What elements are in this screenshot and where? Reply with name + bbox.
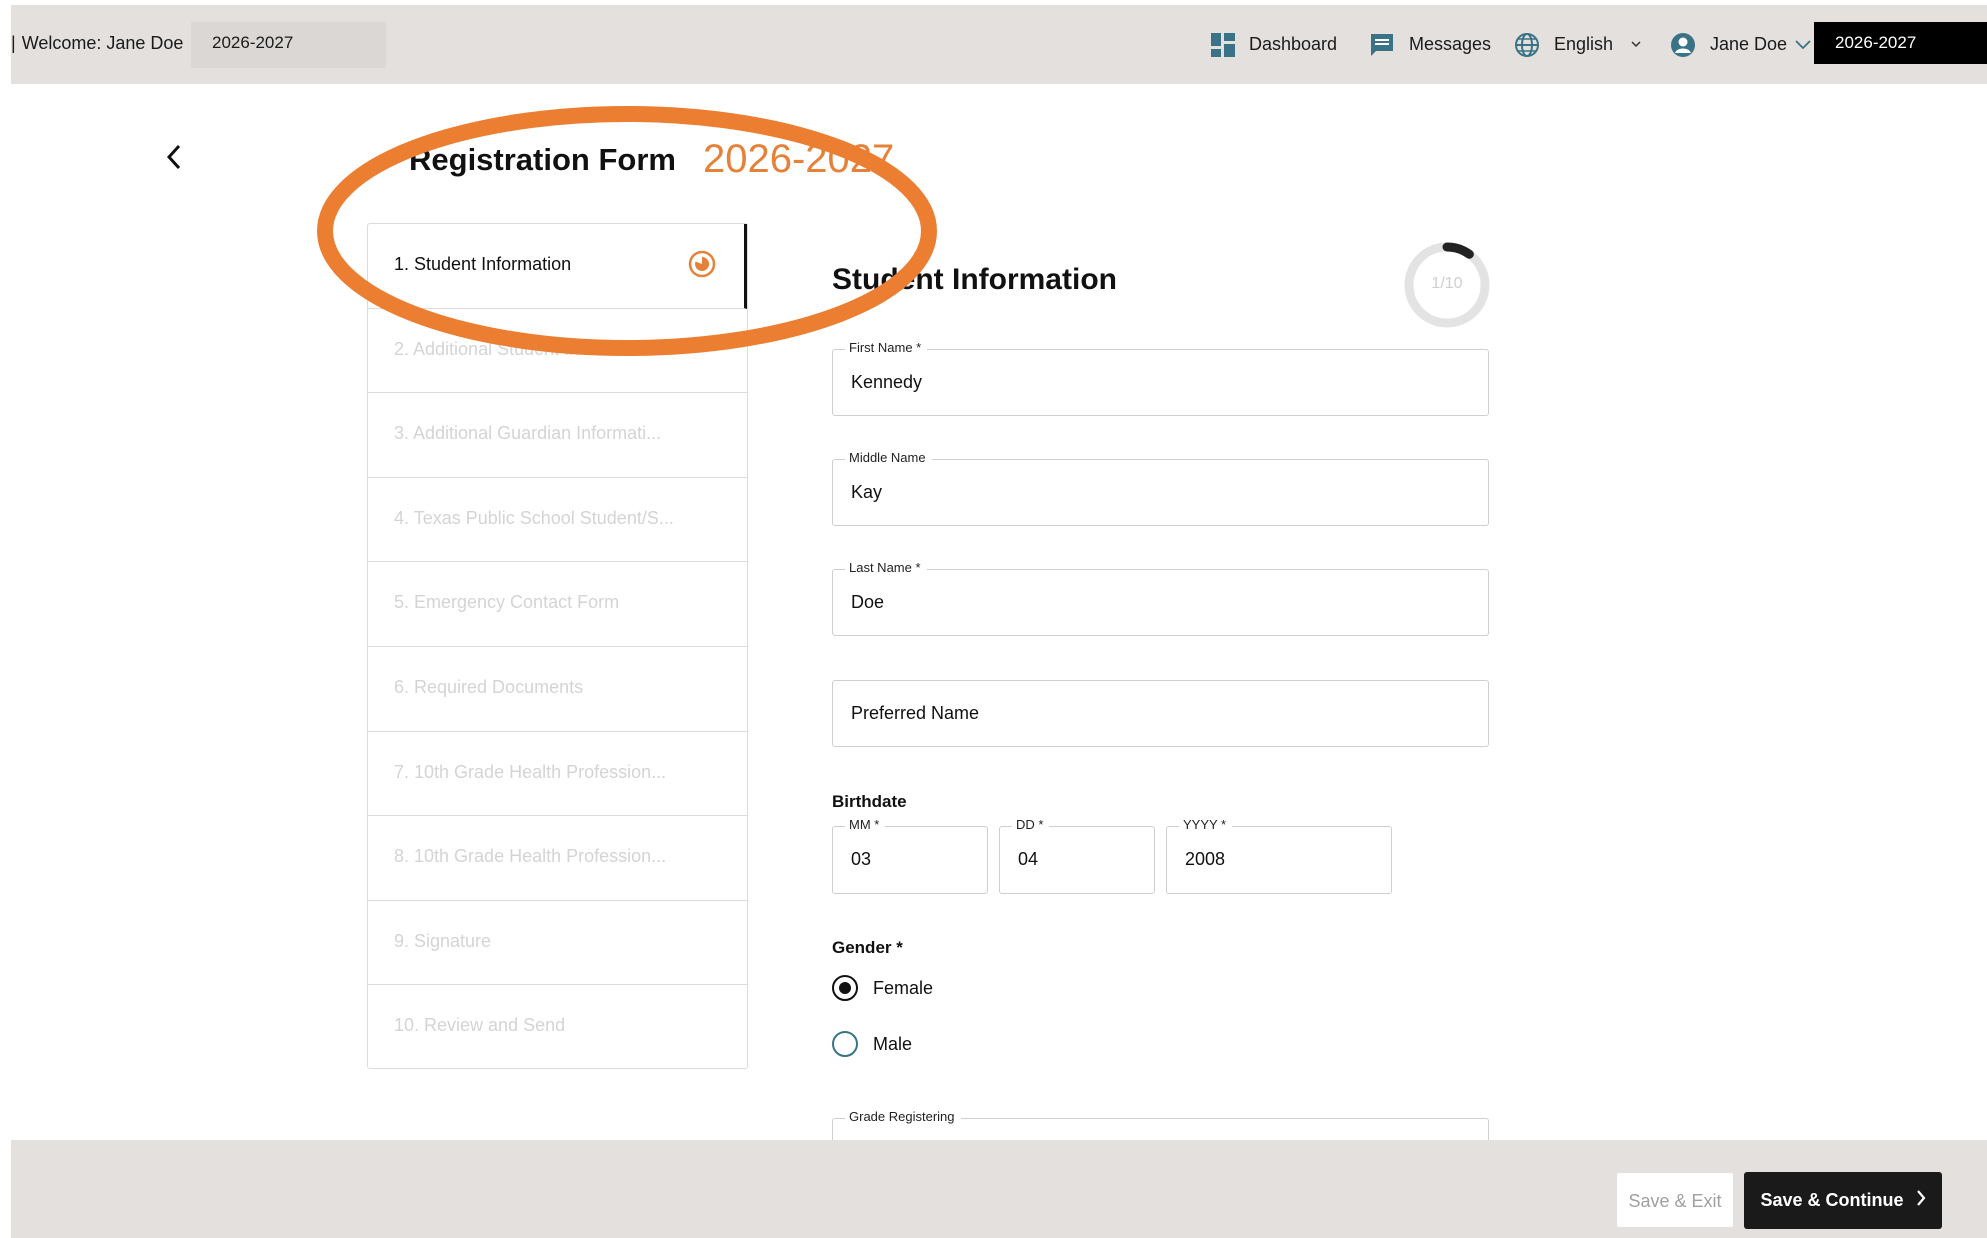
user-name: Jane Doe: [1710, 34, 1788, 54]
nav-dashboard[interactable]: Dashboard: [1211, 5, 1337, 84]
birth-month-field[interactable]: MM * 03: [832, 817, 988, 894]
step-item-required-documents: 6. Required Documents: [368, 647, 747, 732]
page-title: Registration Form: [409, 142, 676, 177]
preferred-name-placeholder: Preferred Name: [851, 703, 980, 723]
step-item-texas-public-school: 4. Texas Public School Student/S...: [368, 478, 747, 563]
language-selector[interactable]: English: [1514, 5, 1641, 84]
step-label: 4. Texas Public School Student/S...: [394, 507, 674, 528]
birth-year-label: YYYY *: [1179, 817, 1233, 833]
welcome-label: Welcome: Jane Doe: [21, 33, 184, 53]
first-name-field[interactable]: First Name * Kennedy: [832, 340, 1489, 416]
step-label: 9. Signature: [394, 930, 492, 951]
birth-day-label: DD *: [1012, 817, 1050, 833]
birth-day-value: 04: [1018, 849, 1039, 869]
step-label: 8. 10th Grade Health Profession...: [394, 846, 667, 867]
step-item-emergency-contact: 5. Emergency Contact Form: [368, 562, 747, 647]
step-label: 1. Student Information: [394, 254, 572, 274]
save-exit-button[interactable]: Save & Exit: [1616, 1172, 1734, 1228]
birth-month-value: 03: [851, 849, 872, 869]
welcome-text: | Welcome: Jane Doe: [11, 33, 184, 53]
gender-option-label: Female: [873, 977, 934, 998]
preferred-name-field[interactable]: Preferred Name: [832, 680, 1489, 747]
chevron-down-icon: [1795, 39, 1811, 50]
chevron-down-icon: [1631, 41, 1641, 48]
step-list: 1. Student Information 2. Additional Stu…: [367, 223, 748, 1069]
first-name-label: First Name *: [845, 340, 928, 356]
step-label: 6. Required Documents: [394, 676, 584, 697]
message-icon: [1369, 33, 1395, 57]
nav-dashboard-label: Dashboard: [1249, 34, 1338, 54]
last-name-field[interactable]: Last Name * Doe: [832, 560, 1489, 636]
top-bar: | Welcome: Jane Doe 2026-2027 Dashboard M…: [11, 5, 1987, 84]
in-progress-icon: [688, 250, 716, 283]
step-label: 2. Additional Student Information: [394, 338, 655, 359]
first-name-value: Kennedy: [851, 372, 923, 392]
language-label: English: [1554, 34, 1614, 54]
birth-day-field[interactable]: DD * 04: [999, 817, 1155, 894]
user-menu[interactable]: Jane Doe: [1670, 5, 1811, 84]
radio-selected-icon: [832, 975, 858, 1001]
step-label: 7. 10th Grade Health Profession...: [394, 761, 667, 782]
school-year-chip[interactable]: 2026-2027: [191, 22, 386, 68]
grade-registering-label: Grade Registering: [845, 1109, 961, 1125]
birthdate-label: Birthdate: [832, 792, 907, 811]
gender-radio-female[interactable]: Female: [832, 975, 933, 1001]
nav-messages-label: Messages: [1409, 34, 1492, 54]
page-title-year: 2026-2027: [703, 137, 895, 181]
step-item-additional-guardian: 3. Additional Guardian Informati...: [368, 393, 747, 478]
step-label: 3. Additional Guardian Informati...: [394, 423, 662, 444]
radio-unselected-icon: [832, 1031, 858, 1057]
dashboard-icon: [1211, 32, 1235, 57]
gender-option-label: Male: [873, 1033, 913, 1054]
page: | Welcome: Jane Doe 2026-2027 Dashboard M…: [0, 0, 1987, 1238]
back-button[interactable]: [160, 142, 190, 172]
step-item-student-information[interactable]: 1. Student Information: [368, 224, 747, 309]
progress-text: 1/10: [1431, 275, 1463, 292]
middle-name-label: Middle Name: [845, 450, 932, 466]
chevron-left-icon: [166, 144, 181, 170]
birth-year-value: 2008: [1185, 849, 1226, 869]
save-continue-button[interactable]: Save & Continue: [1744, 1172, 1942, 1229]
birth-month-label: MM *: [845, 817, 886, 833]
step-item-additional-student: 2. Additional Student Information: [368, 309, 747, 394]
gender-radio-male[interactable]: Male: [832, 1031, 912, 1057]
birth-year-field[interactable]: YYYY * 2008: [1166, 817, 1392, 894]
step-item-review-send: 10. Review and Send: [368, 985, 747, 1070]
last-name-label: Last Name *: [845, 560, 927, 576]
user-avatar-icon: [1670, 32, 1696, 58]
middle-name-field[interactable]: Middle Name Kay: [832, 450, 1489, 526]
step-label: 10. Review and Send: [394, 1015, 566, 1036]
last-name-value: Doe: [851, 592, 885, 612]
step-label: 5. Emergency Contact Form: [394, 592, 620, 613]
globe-icon: [1514, 32, 1540, 58]
step-item-health-profession-1: 7. 10th Grade Health Profession...: [368, 732, 747, 817]
save-continue-label: Save & Continue: [1760, 1190, 1904, 1210]
step-item-signature: 9. Signature: [368, 901, 747, 986]
middle-name-value: Kay: [851, 482, 883, 502]
school-year-badge[interactable]: 2026-2027: [1814, 22, 1987, 64]
chevron-right-icon: [1916, 1190, 1926, 1211]
step-item-health-profession-2: 8. 10th Grade Health Profession...: [368, 816, 747, 901]
section-title: Student Information: [832, 263, 1117, 296]
nav-messages[interactable]: Messages: [1369, 5, 1491, 84]
gender-label: Gender *: [832, 938, 903, 957]
